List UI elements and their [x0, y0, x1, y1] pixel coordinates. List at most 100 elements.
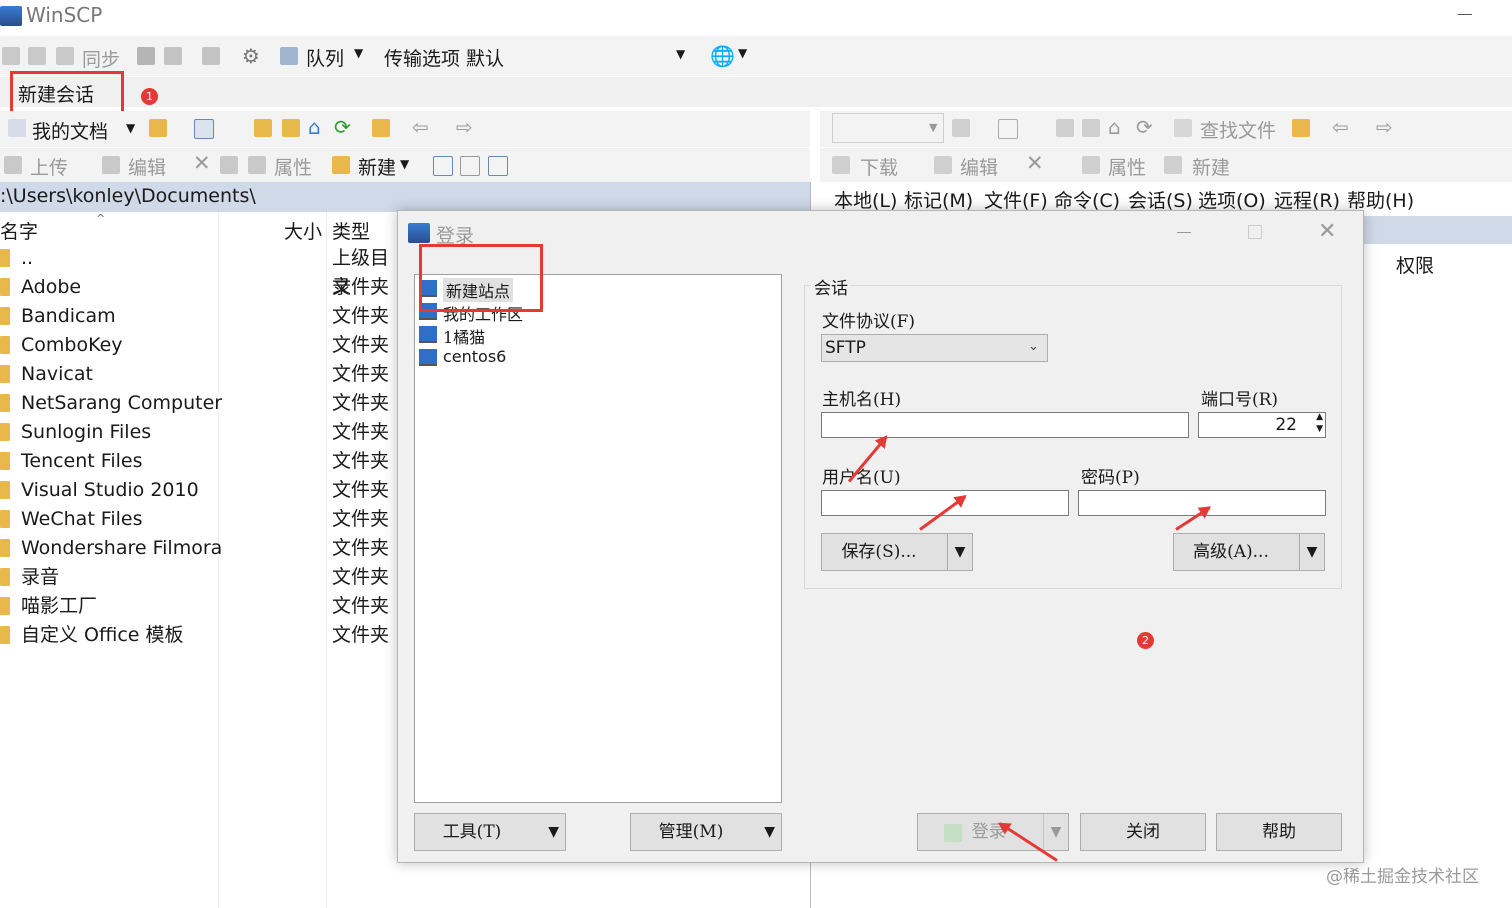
download-icon[interactable] — [832, 156, 850, 174]
tools-button[interactable]: 工具(T) ▼ — [414, 813, 566, 851]
site-tree[interactable]: 新建站点 我的工作区 1橘猫 centos6 — [414, 274, 782, 803]
menu-item[interactable]: 本地(L) — [834, 186, 897, 213]
home-icon[interactable]: ⌂ — [1108, 115, 1121, 139]
edit-icon[interactable] — [934, 156, 952, 174]
compare-icon[interactable] — [2, 47, 20, 65]
parent-dir-icon[interactable] — [1056, 119, 1074, 137]
upload-button[interactable]: 上传 — [30, 153, 68, 180]
col-size[interactable]: 大小 — [284, 217, 322, 244]
list-item[interactable]: ComboKey 文件夹 — [0, 331, 400, 360]
menu-item[interactable]: 文件(F) — [984, 186, 1048, 213]
find-files-icon[interactable] — [1174, 119, 1192, 137]
select-all-icon[interactable] — [433, 156, 453, 176]
refresh-icon[interactable]: ⟳ — [1136, 115, 1153, 139]
tools-dropdown-icon[interactable]: ▼ — [548, 814, 559, 850]
parent-dir-icon[interactable] — [254, 119, 272, 137]
col-permissions[interactable]: 权限 — [1396, 251, 1434, 278]
filter-icon[interactable] — [194, 119, 214, 139]
delete-icon[interactable]: ✕ — [1026, 151, 1044, 175]
list-item[interactable]: Navicat 文件夹 — [0, 360, 400, 389]
forward-icon[interactable]: ⇨ — [1376, 115, 1393, 139]
save-button[interactable]: 保存(S)... ▼ — [821, 533, 973, 571]
back-icon[interactable]: ⇦ — [1332, 115, 1349, 139]
list-item[interactable]: 喵影工厂 文件夹 — [0, 592, 400, 621]
transfer-queue-icon[interactable] — [202, 47, 220, 65]
port-stepper[interactable]: 22 ▲ ▼ — [1198, 412, 1326, 438]
rename-icon[interactable] — [220, 156, 238, 174]
menu-item[interactable]: 选项(O) — [1198, 186, 1266, 213]
properties-icon[interactable] — [248, 156, 266, 174]
chevron-down-icon[interactable]: ⌄ — [1028, 339, 1039, 354]
globe-icon[interactable]: 🌐 — [710, 44, 735, 68]
root-dir-icon[interactable] — [282, 119, 300, 137]
menu-item[interactable]: 帮助(H) — [1347, 186, 1414, 213]
minimize-icon[interactable] — [1458, 14, 1472, 15]
list-item[interactable]: Wondershare Filmora 文件夹 — [0, 534, 400, 563]
sync-browse-icon[interactable] — [28, 47, 46, 65]
refresh-icon[interactable]: ⟳ — [334, 115, 351, 139]
edit-button[interactable]: 编辑 — [128, 153, 166, 180]
properties-button[interactable]: 属性 — [274, 153, 312, 180]
back-icon[interactable]: ⇦ — [412, 115, 429, 139]
port-up-icon[interactable]: ▲ — [1316, 412, 1323, 422]
properties-button[interactable]: 属性 — [1108, 153, 1146, 180]
tree-icon[interactable] — [372, 119, 390, 137]
close-button[interactable]: 关闭 — [1080, 813, 1206, 851]
properties-icon[interactable] — [1082, 156, 1100, 174]
filter-select-icon[interactable] — [488, 156, 508, 176]
list-item[interactable]: Sunlogin Files 文件夹 — [0, 418, 400, 447]
forward-icon[interactable]: ⇨ — [456, 115, 473, 139]
new-icon[interactable] — [332, 156, 350, 174]
manage-dropdown-icon[interactable]: ▼ — [764, 814, 775, 850]
list-item[interactable]: 录音 文件夹 — [0, 563, 400, 592]
menu-item[interactable]: 会话(S) — [1128, 186, 1193, 213]
left-path-bar[interactable]: :\Users\konley\Documents\ — [0, 182, 810, 212]
new-button[interactable]: 新建 — [1192, 153, 1230, 180]
host-input[interactable] — [821, 412, 1189, 438]
list-item[interactable]: WeChat Files 文件夹 — [0, 505, 400, 534]
open-folder-icon[interactable] — [952, 119, 970, 137]
list-item[interactable]: 自定义 Office 模板 文件夹 — [0, 621, 400, 650]
transfer-preset-select[interactable]: 默认 ▼ — [462, 41, 690, 71]
filter-icon[interactable] — [998, 119, 1018, 139]
list-item[interactable]: Adobe 文件夹 — [0, 273, 400, 302]
advanced-button[interactable]: 高级(A)... ▼ — [1173, 533, 1325, 571]
menu-item[interactable]: 命令(C) — [1054, 186, 1120, 213]
new-icon[interactable] — [1164, 156, 1182, 174]
globe-dropdown-icon[interactable]: ▼ — [738, 46, 747, 60]
manage-button[interactable]: 管理(M) ▼ — [630, 813, 782, 851]
open-folder-icon[interactable] — [149, 119, 167, 137]
home-icon[interactable]: ⌂ — [308, 115, 321, 139]
tree-icon[interactable] — [1292, 119, 1310, 137]
find-files-button[interactable]: 查找文件 — [1200, 116, 1276, 143]
help-button[interactable]: 帮助 — [1216, 813, 1342, 851]
upload-icon[interactable] — [4, 156, 22, 174]
gear-icon[interactable]: ⚙ — [242, 44, 260, 68]
port-down-icon[interactable]: ▼ — [1316, 424, 1323, 434]
site-tree-item[interactable]: centos6 — [419, 346, 719, 368]
remote-location-select[interactable]: ▼ — [832, 113, 944, 143]
unselect-icon[interactable] — [460, 156, 480, 176]
save-dropdown-icon[interactable]: ▼ — [947, 534, 972, 570]
edit-icon[interactable] — [102, 156, 120, 174]
queue-label[interactable]: 队列 — [306, 44, 344, 71]
chevron-down-icon[interactable]: ▼ — [929, 121, 937, 134]
download-button[interactable]: 下载 — [860, 153, 898, 180]
login-button[interactable]: 登录 ▼ — [917, 813, 1069, 851]
menu-item[interactable]: 标记(M) — [904, 186, 973, 213]
dialog-close-icon[interactable]: ✕ — [1318, 219, 1336, 244]
putty-icon[interactable] — [164, 47, 182, 65]
list-item[interactable]: Tencent Files 文件夹 — [0, 447, 400, 476]
sync-icon[interactable] — [56, 47, 74, 65]
new-dropdown-icon[interactable]: ▼ — [400, 157, 409, 171]
location-dropdown-icon[interactable]: ▼ — [126, 121, 135, 135]
advanced-dropdown-icon[interactable]: ▼ — [1299, 534, 1324, 570]
location-select[interactable]: 我的文档 — [32, 117, 108, 144]
list-item[interactable]: Visual Studio 2010 文件夹 — [0, 476, 400, 505]
dialog-maximize-icon[interactable] — [1248, 225, 1262, 239]
list-item[interactable]: .. 上级目录 — [0, 244, 400, 298]
queue-icon[interactable] — [280, 47, 298, 65]
root-dir-icon[interactable] — [1082, 119, 1100, 137]
col-type[interactable]: 类型 — [332, 217, 370, 244]
site-tree-item[interactable]: 1橘猫 — [419, 323, 719, 347]
